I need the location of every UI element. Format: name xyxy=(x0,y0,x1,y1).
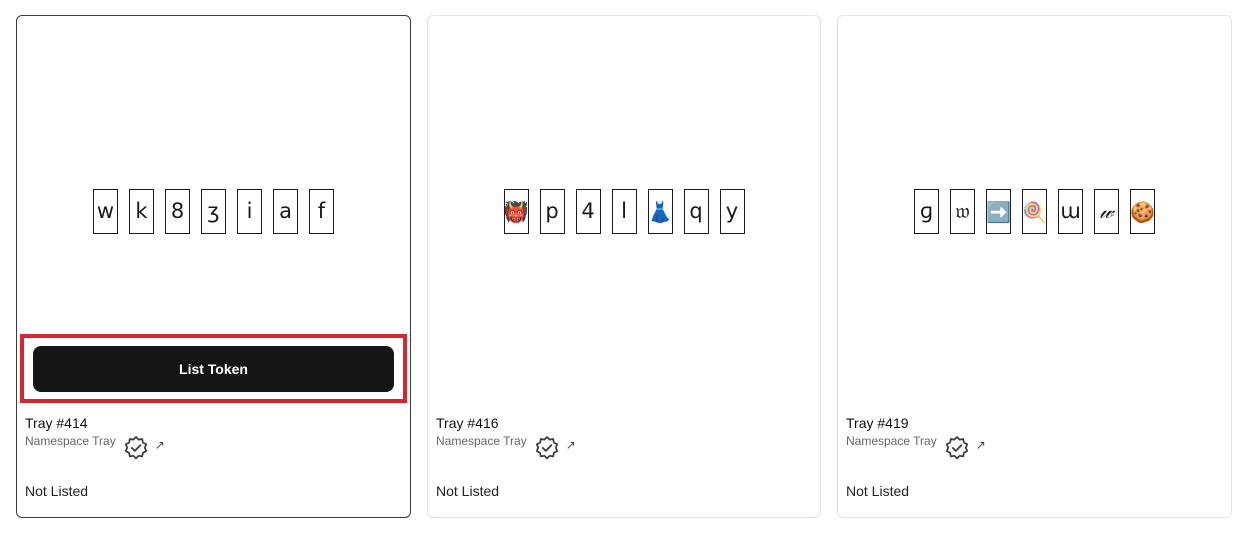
char-tile: 4 xyxy=(575,189,601,234)
token-title[interactable]: Tray #419 xyxy=(846,415,909,431)
listing-status: Not Listed xyxy=(25,483,89,499)
collection-name[interactable]: Namespace Tray xyxy=(436,434,527,448)
external-link-icon[interactable]: ↗ xyxy=(155,438,165,452)
char-tile: 🍪 xyxy=(1130,189,1155,234)
char-tile: 🍭 xyxy=(1022,189,1047,234)
char-tile: 👹 xyxy=(503,189,529,234)
char-tile: 𝓌 xyxy=(1094,189,1119,234)
char-tile: i xyxy=(237,189,262,234)
collection-name[interactable]: Namespace Tray xyxy=(25,434,116,448)
char-tile: l xyxy=(611,189,637,234)
token-preview[interactable]: w k 8 ʒ i a f xyxy=(17,16,410,336)
char-tile: ʒ xyxy=(201,189,226,234)
verified-badge-icon xyxy=(944,435,970,461)
external-link-icon[interactable]: ↗ xyxy=(566,438,576,452)
listing-status: Not Listed xyxy=(436,483,500,499)
verified-badge-icon xyxy=(534,435,560,461)
char-tile: 𝔴 xyxy=(950,189,975,234)
collection-row: Namespace Tray ↗ xyxy=(846,434,986,461)
token-card[interactable]: 👹 p 4 l 👗 q y Tray #416 Namespace Tray ↗… xyxy=(427,15,821,518)
token-card[interactable]: w k 8 ʒ i a f List Token Tray #414 Names… xyxy=(16,15,411,518)
char-tile: k xyxy=(129,189,154,234)
token-grid: w k 8 ʒ i a f List Token Tray #414 Names… xyxy=(0,0,1247,533)
char-tile: ɯ xyxy=(1058,189,1083,234)
token-title[interactable]: Tray #414 xyxy=(25,415,88,431)
char-tile: w xyxy=(93,189,118,234)
char-tile: ɡ xyxy=(914,189,939,234)
char-tile: 8 xyxy=(165,189,190,234)
tile-row: w k 8 ʒ i a f xyxy=(17,189,410,234)
char-tile: ➡️ xyxy=(986,189,1011,234)
collection-name[interactable]: Namespace Tray xyxy=(846,434,937,448)
listing-status: Not Listed xyxy=(846,483,910,499)
tile-row: ɡ 𝔴 ➡️ 🍭 ɯ 𝓌 🍪 xyxy=(838,189,1231,234)
char-tile: y xyxy=(719,189,745,234)
char-tile: 👗 xyxy=(647,189,673,234)
char-tile: p xyxy=(539,189,565,234)
char-tile: a xyxy=(273,189,298,234)
tile-row: 👹 p 4 l 👗 q y xyxy=(428,189,820,234)
token-card[interactable]: ɡ 𝔴 ➡️ 🍭 ɯ 𝓌 🍪 Tray #419 Namespace Tray … xyxy=(837,15,1232,518)
token-preview[interactable]: 👹 p 4 l 👗 q y xyxy=(428,16,820,336)
char-tile: f xyxy=(309,189,334,234)
collection-row: Namespace Tray ↗ xyxy=(436,434,576,461)
verified-badge-icon xyxy=(123,435,149,461)
list-token-button[interactable]: List Token xyxy=(33,346,394,392)
char-tile: q xyxy=(683,189,709,234)
collection-row: Namespace Tray ↗ xyxy=(25,434,165,461)
token-title[interactable]: Tray #416 xyxy=(436,415,499,431)
external-link-icon[interactable]: ↗ xyxy=(976,438,986,452)
token-preview[interactable]: ɡ 𝔴 ➡️ 🍭 ɯ 𝓌 🍪 xyxy=(838,16,1231,336)
